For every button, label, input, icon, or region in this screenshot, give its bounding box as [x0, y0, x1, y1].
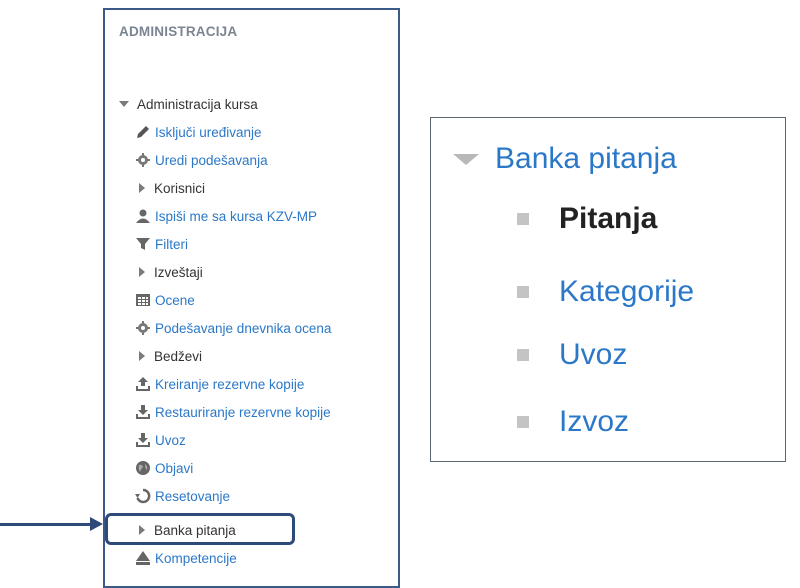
- reset-icon: [135, 488, 151, 504]
- expand-arrow-icon: [139, 351, 145, 361]
- download-icon: [135, 432, 151, 448]
- menu-item-label: Bedževi: [154, 348, 203, 364]
- pointer-arrow-icon: [90, 517, 103, 531]
- upload-icon: [135, 376, 151, 392]
- menu-item-label: Kompetencije: [155, 550, 237, 566]
- submenu-item-label: Pitanja: [559, 202, 658, 235]
- submenu-item-categories[interactable]: Kategorije: [517, 275, 694, 309]
- menu-item-filters[interactable]: Filteri: [135, 234, 188, 254]
- question-bank-zoom-panel: Banka pitanja Pitanja Kategorije Uvoz Iz…: [430, 117, 786, 462]
- course-administration-node[interactable]: Administracija kursa: [119, 94, 258, 114]
- menu-item-grades[interactable]: Ocene: [135, 290, 195, 310]
- menu-item-label: Podešavanje dnevnika ocena: [155, 320, 332, 336]
- collapse-arrow-icon: [453, 153, 479, 165]
- gear-icon: [135, 152, 151, 168]
- menu-item-label: Korisnici: [154, 180, 206, 196]
- expand-arrow-icon: [139, 267, 145, 277]
- submenu-item-label: Uvoz: [559, 338, 628, 371]
- course-administration-label: Administracija kursa: [137, 96, 258, 112]
- menu-item-label: Objavi: [155, 460, 194, 476]
- menu-item-label: Filteri: [155, 236, 188, 252]
- menu-item-label: Ocene: [155, 292, 195, 308]
- bullet-icon: [517, 286, 529, 298]
- submenu-item-export[interactable]: Izvoz: [517, 405, 629, 439]
- menu-item-badges[interactable]: Bedževi: [135, 346, 202, 366]
- pointer-arrow-line: [0, 523, 92, 526]
- menu-item-backup[interactable]: Kreiranje rezervne kopije: [135, 374, 304, 394]
- menu-item-edit-settings[interactable]: Uredi podešavanja: [135, 150, 268, 170]
- menu-item-publish[interactable]: Objavi: [135, 458, 193, 478]
- gear-icon: [135, 320, 151, 336]
- menu-item-label: Uvoz: [155, 432, 186, 448]
- menu-item-restore[interactable]: Restauriranje rezervne kopije: [135, 402, 331, 422]
- menu-item-label: Kreiranje rezervne kopije: [155, 376, 305, 392]
- menu-item-competencies[interactable]: Kompetencije: [135, 548, 237, 568]
- menu-item-label: Resetovanje: [155, 488, 231, 504]
- menu-item-label: Restauriranje rezervne kopije: [155, 404, 331, 420]
- question-bank-highlight: [105, 513, 295, 545]
- expand-arrow-icon: [139, 183, 145, 193]
- pencil-icon: [135, 124, 151, 140]
- bullet-icon: [517, 213, 529, 225]
- submenu-item-label: Izvoz: [559, 405, 630, 438]
- menu-item-reset[interactable]: Resetovanje: [135, 486, 230, 506]
- menu-item-reports[interactable]: Izveštaji: [135, 262, 203, 282]
- block-title: ADMINISTRACIJA: [119, 24, 238, 39]
- download-icon: [135, 404, 151, 420]
- user-icon: [135, 208, 151, 224]
- question-bank-node[interactable]: Banka pitanja: [453, 142, 677, 176]
- menu-item-gradebook-setup[interactable]: Podešavanje dnevnika ocena: [135, 318, 331, 338]
- competency-icon: [135, 550, 151, 566]
- grades-table-icon: [135, 292, 151, 308]
- filter-icon: [135, 236, 151, 252]
- menu-item-label: Uredi podešavanja: [155, 152, 268, 168]
- menu-item-disable-editing[interactable]: Isključi uređivanje: [135, 122, 262, 142]
- menu-item-label: Izveštaji: [154, 264, 203, 280]
- submenu-item-import[interactable]: Uvoz: [517, 338, 627, 372]
- collapse-arrow-icon: [119, 101, 129, 107]
- question-bank-label: Banka pitanja: [495, 142, 677, 175]
- bullet-icon: [517, 416, 529, 428]
- submenu-item-questions[interactable]: Pitanja: [517, 202, 657, 236]
- menu-item-label: Isključi uređivanje: [155, 124, 262, 140]
- menu-item-unenrol[interactable]: Ispiši me sa kursa KZV-MP: [135, 206, 317, 226]
- globe-icon: [135, 460, 151, 476]
- menu-item-users[interactable]: Korisnici: [135, 178, 205, 198]
- administration-block: ADMINISTRACIJA Administracija kursa Iskl…: [103, 8, 400, 588]
- menu-item-label: Ispiši me sa kursa KZV-MP: [155, 208, 318, 224]
- submenu-item-label: Kategorije: [559, 275, 695, 308]
- bullet-icon: [517, 349, 529, 361]
- menu-item-import[interactable]: Uvoz: [135, 430, 186, 450]
